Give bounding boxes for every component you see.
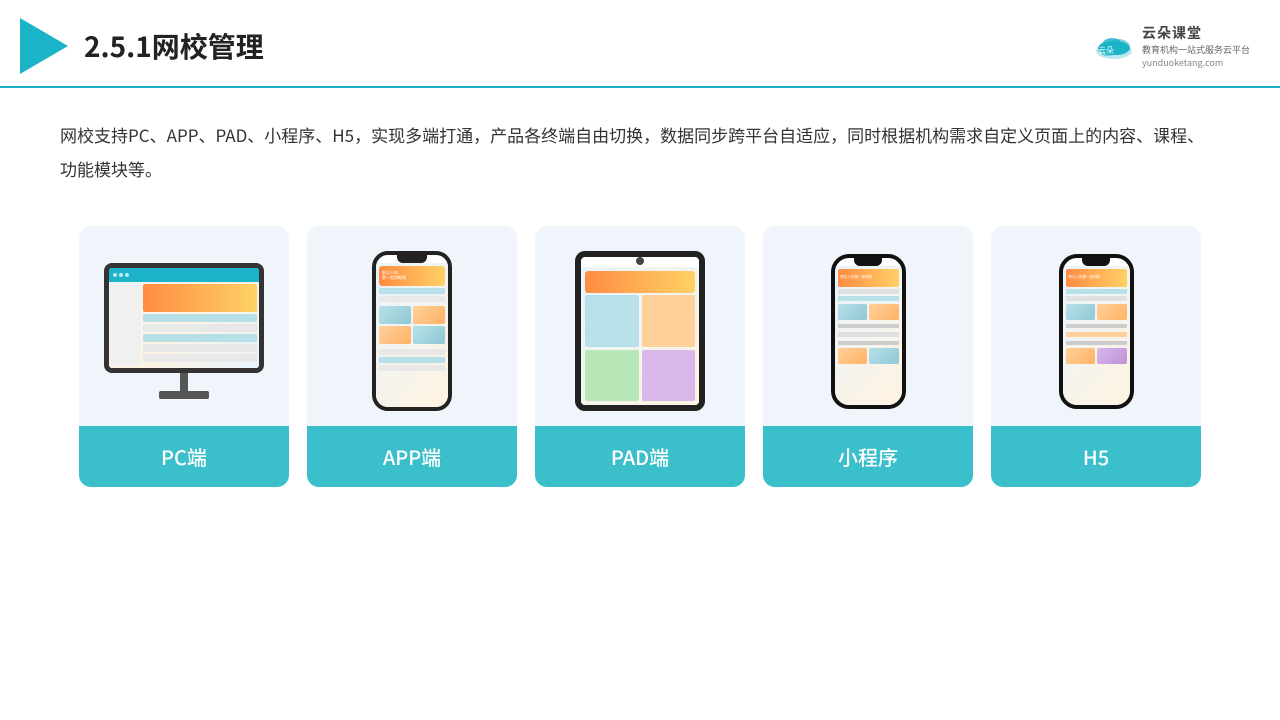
- page-title: 2.5.1网校管理: [84, 26, 264, 66]
- card-h5: 职达人的第一堂判断 H5: [991, 226, 1201, 487]
- page-header: 2.5.1网校管理 云朵 云朵课堂 教育机构一站式服务云平台 yunduoket…: [0, 0, 1280, 88]
- phone-app-icon: 职达人的第一堂判断课: [372, 251, 452, 411]
- card-h5-label: H5: [991, 426, 1201, 487]
- card-pad-image: [535, 226, 745, 426]
- card-pc: PC端: [79, 226, 289, 487]
- description-text: 网校支持PC、APP、PAD、小程序、H5，实现多端打通，产品各终端自由切换，数…: [0, 88, 1280, 196]
- tablet-pad-icon: [575, 251, 705, 411]
- brand-name: 云朵课堂: [1142, 23, 1202, 43]
- card-miniprogram: 职达人的第一堂判断 小程序: [763, 226, 973, 487]
- card-miniprogram-label: 小程序: [763, 426, 973, 487]
- cloud-icon: 云朵: [1092, 31, 1136, 61]
- card-pc-label: PC端: [79, 426, 289, 487]
- card-app: 职达人的第一堂判断课 APP端: [307, 226, 517, 487]
- card-app-label: APP端: [307, 426, 517, 487]
- phone-h5-icon: 职达人的第一堂判断: [1059, 254, 1134, 409]
- brand-text-block: 云朵课堂 教育机构一站式服务云平台 yunduoketang.com: [1142, 23, 1250, 69]
- header-right: 云朵 云朵课堂 教育机构一站式服务云平台 yunduoketang.com: [1092, 23, 1250, 69]
- card-pc-image: [79, 226, 289, 426]
- card-h5-image: 职达人的第一堂判断: [991, 226, 1201, 426]
- pc-monitor-icon: [104, 263, 264, 399]
- card-pad-label: PAD端: [535, 426, 745, 487]
- brand-logo: 云朵 云朵课堂 教育机构一站式服务云平台 yunduoketang.com: [1092, 23, 1250, 69]
- card-pad: PAD端: [535, 226, 745, 487]
- card-miniprogram-image: 职达人的第一堂判断: [763, 226, 973, 426]
- brand-slogan: 教育机构一站式服务云平台: [1142, 43, 1250, 56]
- svg-text:云朵: 云朵: [1098, 46, 1114, 55]
- brand-url: yunduoketang.com: [1142, 56, 1223, 69]
- phone-miniprogram-icon: 职达人的第一堂判断: [831, 254, 906, 409]
- logo-triangle-icon: [20, 18, 68, 74]
- cards-container: PC端 职达人的第一堂判断课: [0, 196, 1280, 517]
- card-app-image: 职达人的第一堂判断课: [307, 226, 517, 426]
- header-left: 2.5.1网校管理: [20, 18, 264, 74]
